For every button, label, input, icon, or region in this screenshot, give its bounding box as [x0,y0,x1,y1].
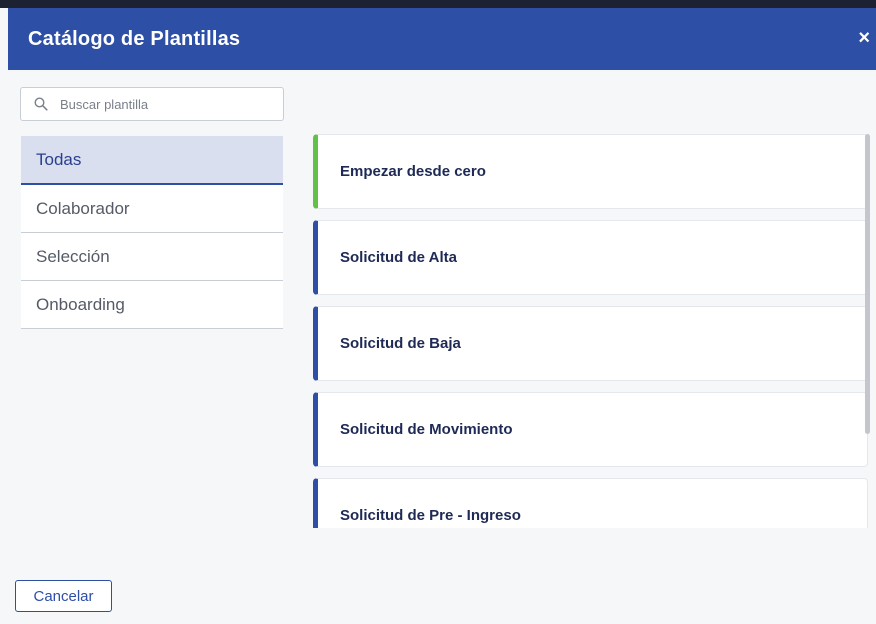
close-icon[interactable]: × [858,28,870,48]
dialog-header: Catálogo de Plantillas × [8,8,876,70]
template-card-label: Solicitud de Pre - Ingreso [340,507,521,524]
dialog-title: Catálogo de Plantillas [28,27,241,50]
sidebar-item-onboarding[interactable]: Onboarding [21,281,283,329]
template-card-label: Solicitud de Baja [340,335,461,352]
template-card-label: Solicitud de Movimiento [340,421,513,438]
sidebar-item-todas[interactable]: Todas [21,136,283,185]
cancel-button[interactable]: Cancelar [15,580,112,612]
sidebar-item-colaborador[interactable]: Colaborador [21,185,283,233]
template-card-label: Solicitud de Alta [340,249,457,266]
template-card-empezar-desde-cero[interactable]: Empezar desde cero [313,134,868,209]
template-card-solicitud-pre-ingreso[interactable]: Solicitud de Pre - Ingreso [313,478,868,528]
template-list-scrollbar[interactable] [865,134,870,434]
template-card-solicitud-alta[interactable]: Solicitud de Alta [313,220,868,295]
template-card-solicitud-movimiento[interactable]: Solicitud de Movimiento [313,392,868,467]
template-card-solicitud-baja[interactable]: Solicitud de Baja [313,306,868,381]
sidebar-item-label: Colaborador [36,198,130,218]
background-strip [0,0,876,8]
category-sidebar: Todas Colaborador Selección Onboarding [21,136,283,329]
search-input[interactable] [58,95,262,113]
template-list: Empezar desde cero Solicitud de Alta Sol… [313,134,868,528]
sidebar-item-seleccion[interactable]: Selección [21,233,283,281]
search-icon [34,97,48,111]
search-box[interactable] [20,87,284,121]
sidebar-item-label: Selección [36,246,110,266]
sidebar-item-label: Todas [36,149,82,169]
template-card-label: Empezar desde cero [340,163,486,180]
sidebar-item-label: Onboarding [36,294,125,314]
dialog-body: Todas Colaborador Selección Onboarding E… [8,70,876,624]
